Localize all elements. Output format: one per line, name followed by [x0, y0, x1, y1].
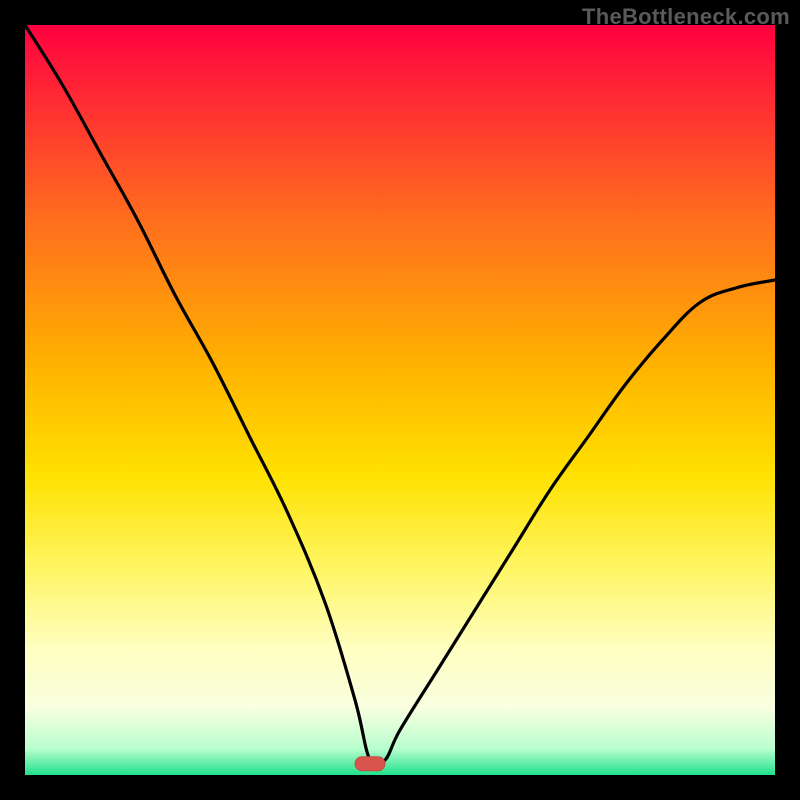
- plot-area: [25, 25, 775, 775]
- gradient-background: [25, 25, 775, 775]
- chart-frame: TheBottleneck.com: [0, 0, 800, 800]
- bottleneck-chart: [25, 25, 775, 775]
- optimum-marker: [355, 757, 385, 771]
